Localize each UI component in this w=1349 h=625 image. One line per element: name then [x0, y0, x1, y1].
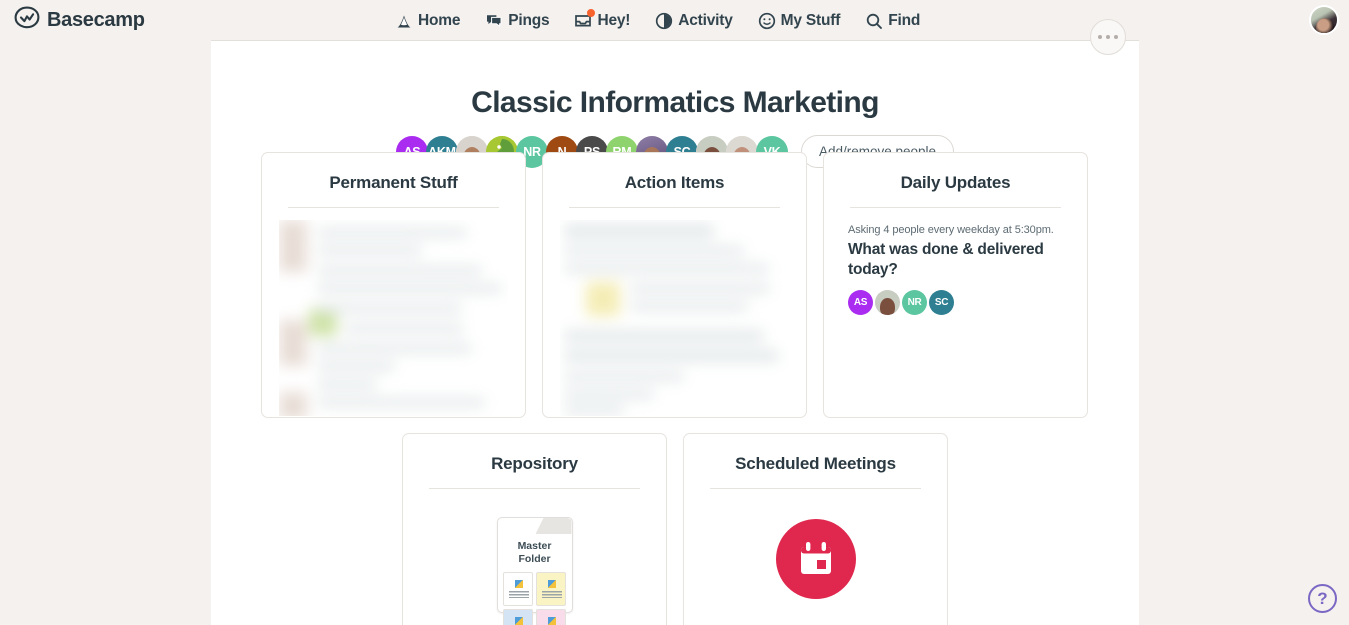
card-title: Daily Updates — [900, 173, 1011, 192]
folder-file-thumbnails — [498, 572, 572, 625]
project-content-panel: Classic Informatics Marketing AS AKM NR … — [211, 40, 1139, 625]
divider — [569, 207, 780, 208]
nav-label-my-stuff: My Stuff — [780, 11, 841, 29]
scheduled-meetings-illustration — [684, 519, 947, 599]
daily-updates-schedule-note: Asking 4 people every weekday at 5:30pm. — [848, 224, 1054, 236]
card-title: Scheduled Meetings — [735, 454, 896, 473]
divider — [710, 488, 921, 489]
avatar-initials: AS — [853, 297, 868, 309]
respondent-avatar[interactable]: SC — [929, 290, 954, 316]
card-title: Action Items — [624, 173, 725, 192]
file-thumbnail — [536, 609, 566, 625]
smiley-face-icon — [758, 12, 776, 30]
card-daily-updates[interactable]: Daily Updates Asking 4 people every week… — [823, 152, 1088, 418]
dot — [1097, 34, 1103, 40]
page-title: Classic Informatics Marketing — [471, 86, 879, 119]
card-scheduled-meetings[interactable]: Scheduled Meetings Set important dates o… — [683, 433, 948, 625]
file-thumbnail — [536, 572, 566, 607]
nav-label-activity: Activity — [678, 11, 733, 29]
main-nav: Home Pings Hey! Activity My Stuff Find — [395, 0, 920, 41]
nav-item-my-stuff[interactable]: My Stuff — [758, 11, 841, 30]
card-action-items[interactable]: Action Items — [542, 152, 807, 418]
file-thumbnail — [503, 609, 533, 625]
top-navigation-bar: Basecamp Home Pings Hey! Activity My Stu… — [0, 0, 1349, 41]
help-button[interactable]: ? — [1308, 584, 1337, 613]
nav-item-home[interactable]: Home — [395, 12, 460, 30]
permanent-stuff-preview — [279, 220, 508, 416]
account-avatar[interactable] — [1309, 5, 1339, 35]
folder-icon: Master Folder — [496, 517, 573, 625]
nav-label-find: Find — [888, 11, 921, 29]
nav-item-hey[interactable]: Hey! — [574, 8, 631, 30]
blurred-content — [279, 220, 508, 416]
card-repository[interactable]: Repository Master Folder — [402, 433, 667, 625]
divider — [288, 207, 499, 208]
card-permanent-stuff[interactable]: Permanent Stuff — [261, 152, 526, 418]
card-title: Permanent Stuff — [329, 173, 458, 192]
dot — [1105, 34, 1111, 40]
avatar-initials: NR — [523, 144, 541, 159]
respondent-avatar[interactable]: AS — [848, 290, 873, 316]
brand-name: Basecamp — [47, 9, 145, 31]
basecamp-logo-icon — [14, 6, 40, 35]
avatar-initials: NR — [907, 297, 922, 309]
chat-bubbles-icon — [485, 12, 503, 30]
daily-updates-respondents: AS NR SC — [848, 290, 1087, 316]
folder-label-line1: Master — [517, 540, 552, 552]
repository-folder-thumbnail[interactable]: Master Folder — [403, 517, 666, 625]
nav-item-activity[interactable]: Activity — [655, 11, 733, 30]
avatar-initials: SC — [934, 297, 949, 309]
pie-clock-icon — [655, 12, 673, 30]
blurred-content — [560, 220, 789, 416]
brand-logo[interactable]: Basecamp — [14, 6, 145, 35]
nav-label-home: Home — [418, 11, 461, 29]
nav-item-pings[interactable]: Pings — [485, 11, 550, 30]
inbox-tray-icon — [574, 8, 596, 30]
nav-label-hey: Hey! — [597, 11, 631, 29]
search-icon — [865, 12, 883, 30]
dot — [1113, 34, 1119, 40]
card-title: Repository — [491, 454, 578, 473]
question-mark-icon: ? — [1317, 588, 1328, 608]
project-overflow-menu-button[interactable] — [1090, 19, 1126, 55]
calendar-icon — [775, 519, 856, 599]
divider — [429, 488, 640, 489]
basecamp-project-page: Basecamp Home Pings Hey! Activity My Stu… — [0, 0, 1349, 625]
home-icon — [395, 12, 413, 30]
daily-updates-question: What was done & delivered today? — [848, 241, 1044, 278]
respondent-avatar[interactable] — [875, 290, 900, 316]
folder-label-line2: Folder — [518, 553, 551, 566]
nav-item-find[interactable]: Find — [865, 12, 920, 30]
hey-notification-badge — [587, 8, 596, 17]
respondent-avatar[interactable]: NR — [902, 290, 927, 316]
nav-label-pings: Pings — [508, 11, 550, 29]
file-thumbnail — [503, 572, 533, 607]
divider — [850, 207, 1061, 208]
action-items-preview — [560, 220, 789, 416]
